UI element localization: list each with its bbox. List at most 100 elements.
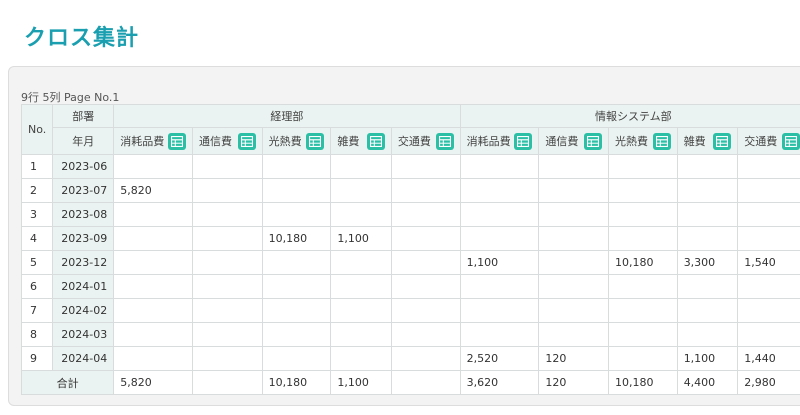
header-ym: 年月: [52, 127, 115, 155]
table-cell: [390, 202, 461, 227]
table-cell: [192, 202, 263, 227]
table-icon[interactable]: [583, 132, 602, 150]
table-cell: [192, 226, 263, 251]
table-row: 8 2024-03: [20, 322, 800, 347]
table-cell: [113, 298, 193, 323]
table-cell: [538, 202, 609, 227]
total-cell: 4,400: [676, 370, 739, 395]
table-cell: [459, 154, 540, 179]
total-cell: [192, 370, 263, 395]
table-icon[interactable]: [168, 132, 186, 150]
table-cell: [737, 178, 800, 203]
table-cell: [538, 178, 609, 203]
table-cell: [538, 250, 609, 275]
table-cell: [330, 154, 392, 179]
column-header-9: 交通費: [737, 127, 800, 155]
table-icon[interactable]: [782, 132, 800, 150]
column-header-label: 雑費: [337, 135, 360, 148]
table-icon[interactable]: [306, 132, 325, 150]
table-cell: [676, 154, 739, 179]
table-header: No. 部署 経理部 情報システム部 年月 消耗品費 通信費 光熱費 雑費 交通費 消耗品…: [20, 104, 800, 155]
total-cell: 5,820: [113, 370, 193, 395]
table-cell: [261, 346, 332, 371]
table-cell: [113, 154, 193, 179]
table-cell: [113, 274, 193, 299]
column-header-label: 通信費: [545, 135, 579, 148]
table-cell: [538, 322, 609, 347]
table-body: 1 2023-06 2 2023-07 5,820 3 2023-08 4 2023-09 10,…: [20, 154, 800, 395]
row-year-month: 2023-09: [52, 226, 115, 251]
column-header-label: 通信費: [199, 135, 232, 148]
table-cell: [607, 346, 678, 371]
column-header-label: 消耗品費: [120, 135, 165, 148]
table-cell: [459, 178, 540, 203]
table-cell: [113, 250, 193, 275]
header-group-joho: 情報システム部: [459, 104, 800, 128]
table-cell: [390, 154, 461, 179]
row-number: 7: [20, 298, 54, 323]
table-cell: [261, 178, 332, 203]
table-icon[interactable]: [237, 132, 256, 150]
table-icon[interactable]: [652, 132, 671, 150]
table-cell: [459, 226, 540, 251]
row-year-month: 2023-12: [52, 250, 115, 275]
total-cell: 120: [538, 370, 609, 395]
table-row: 5 2023-12 1,100 10,180 3,300 1,540: [20, 250, 800, 275]
table-cell: [538, 298, 609, 323]
table-cell: [330, 250, 392, 275]
table-cell: [737, 154, 800, 179]
table-cell: [192, 178, 263, 203]
table-row: 6 2024-01: [20, 274, 800, 299]
table-cell: [607, 298, 678, 323]
table-icon[interactable]: [514, 132, 533, 150]
page-title: クロス集計: [24, 26, 140, 51]
table-cell: [390, 250, 461, 275]
table-cell: [192, 274, 263, 299]
table-cell: [676, 226, 739, 251]
table-cell: [330, 274, 392, 299]
table-cell: [737, 226, 800, 251]
table-cell: [390, 298, 461, 323]
total-cell: 2,980: [737, 370, 800, 395]
table-cell: [607, 274, 678, 299]
table-icon[interactable]: [713, 132, 732, 150]
column-header-label: 交通費: [397, 135, 431, 148]
table-cell: [676, 202, 739, 227]
row-number: 3: [20, 202, 54, 227]
table-cell: 3,300: [676, 250, 739, 275]
table-cell: [607, 226, 678, 251]
column-header-label: 雑費: [683, 135, 706, 148]
column-header-5: 消耗品費: [459, 127, 540, 155]
table-cell: [676, 274, 739, 299]
table-cell: [459, 298, 540, 323]
column-header-label: 交通費: [744, 135, 778, 148]
page-info: 9行 5列 Page No.1: [21, 91, 120, 104]
table-icon[interactable]: [366, 132, 385, 150]
table-cell: [330, 178, 392, 203]
table-icon[interactable]: [435, 132, 454, 150]
table-cell: [330, 322, 392, 347]
table-cell: [330, 202, 392, 227]
table-row: 2 2023-07 5,820: [20, 178, 800, 203]
table-cell: 1,100: [676, 346, 739, 371]
total-cell: 10,180: [261, 370, 332, 395]
row-year-month: 2023-07: [52, 178, 115, 203]
result-panel: 9行 5列 Page No.1 No. 部署 経理部 情報システム部 年月 消耗…: [8, 66, 800, 406]
table-cell: [538, 154, 609, 179]
column-header-label: 光熱費: [268, 135, 302, 148]
column-header-7: 光熱費: [607, 127, 678, 155]
column-header-1: 通信費: [192, 127, 263, 155]
table-cell: 1,440: [737, 346, 800, 371]
table-cell: 120: [538, 346, 609, 371]
table-cell: [113, 226, 193, 251]
row-number: 4: [20, 226, 54, 251]
table-cell: [261, 322, 332, 347]
table-cell: 1,540: [737, 250, 800, 275]
table-cell: [330, 346, 392, 371]
row-year-month: 2024-03: [52, 322, 115, 347]
table-cell: [538, 274, 609, 299]
table-cell: 2,520: [459, 346, 540, 371]
row-year-month: 2024-01: [52, 274, 115, 299]
table-row: 9 2024-04 2,520 120 1,100 1,440: [20, 346, 800, 371]
row-number: 2: [20, 178, 54, 203]
